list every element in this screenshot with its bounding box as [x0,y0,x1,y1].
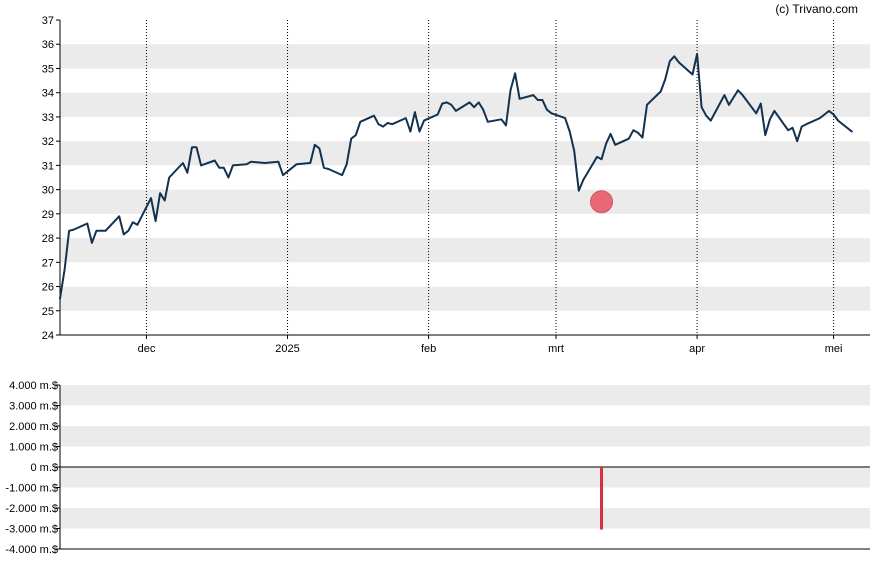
price-y-tick-label: 34 [42,88,54,100]
price-y-tick-label: 36 [42,39,54,51]
flow-band [60,385,870,406]
flow-band [60,467,870,488]
event-marker [590,190,614,214]
price-y-tick-label: 26 [42,282,54,294]
flow-y-tick-label: 1.000 m.$ [9,442,58,454]
price-x-tick-label: dec [138,343,156,355]
price-band [60,238,870,263]
stock-chart: 24 25 26 27 28 29 30 31 32 33 34 35 36 37 dec 2025 feb mr… [0,0,888,565]
price-band [60,141,870,166]
price-y-tick-label: 24 [42,330,54,342]
flow-band [60,508,870,529]
flow-y-tick-label: 3.000 m.$ [9,401,58,413]
price-y-tick-label: 27 [42,257,54,269]
price-band [60,189,870,214]
source-credit: (c) Trivano.com [775,2,858,16]
price-x-tick-label: feb [421,343,436,355]
price-y-tick-label: 25 [42,306,54,318]
price-x-tick-label: mrt [548,343,564,355]
flow-y-tick-label: 2.000 m.$ [9,421,58,433]
price-y-tick-label: 37 [42,15,54,27]
price-y-tick-label: 30 [42,185,54,197]
price-band [60,286,870,311]
price-x-tick-label: apr [689,343,705,355]
price-y-tick-label: 28 [42,233,54,245]
flow-y-tick-label: 4.000 m.$ [9,380,58,392]
flow-y-tick-label: -4.000 m.$ [5,544,58,556]
flow-y-tick-label: 0 m.$ [30,462,58,474]
flow-band [60,426,870,447]
price-x-tick-label: 2025 [275,343,299,355]
price-y-tick-label: 35 [42,63,54,75]
flow-y-tick-label: -2.000 m.$ [5,503,58,515]
chart-canvas: 24 25 26 27 28 29 30 31 32 33 34 35 36 37 dec 2025 feb mr… [5,15,870,556]
price-band [60,44,870,69]
flow-y-tick-label: -3.000 m.$ [5,524,58,536]
flow-bar [600,467,604,530]
price-y-tick-label: 33 [42,112,54,124]
price-y-tick-label: 31 [42,160,54,172]
price-y-tick-label: 32 [42,136,54,148]
flow-y-tick-label: -1.000 m.$ [5,483,58,495]
price-x-tick-label: mei [825,343,843,355]
price-y-tick-label: 29 [42,209,54,221]
